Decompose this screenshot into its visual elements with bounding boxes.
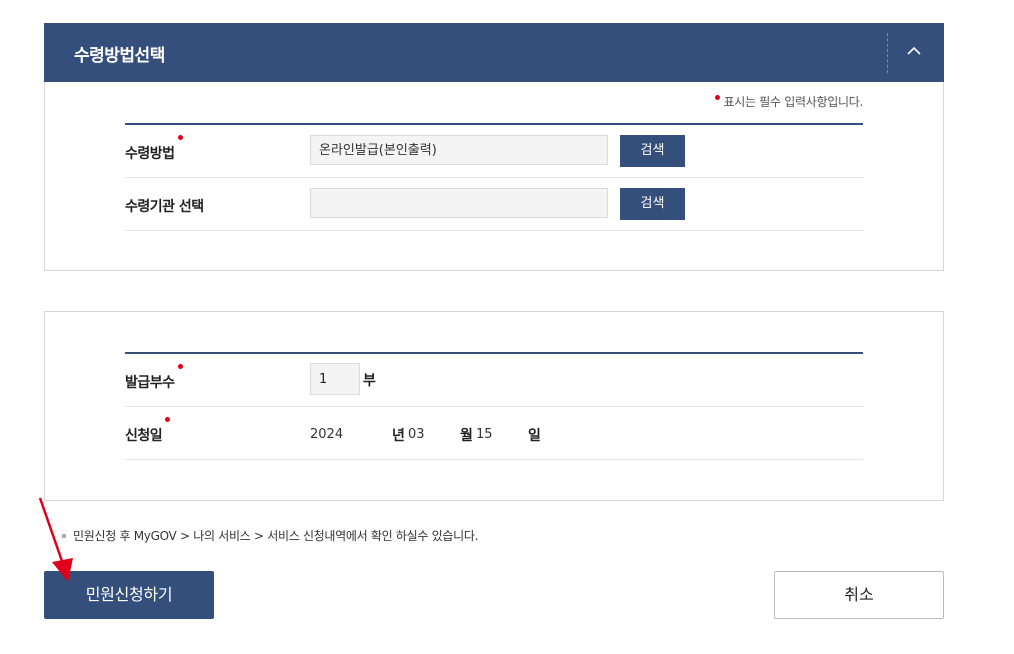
form-row-copies: 발급부수 1 부: [125, 354, 863, 407]
receipt-method-label: 수령방법: [125, 135, 183, 163]
required-note: 표시는 필수 입력사항입니다.: [714, 93, 863, 110]
receipt-method-search-button[interactable]: 검색: [620, 135, 685, 167]
receipt-panel-body: 표시는 필수 입력사항입니다. 수령방법 온라인발급(본인출력) 검색 수령기관…: [44, 82, 944, 271]
year-value: 2024: [310, 427, 344, 442]
required-dot-icon: [714, 95, 720, 100]
receipt-agency-search-button[interactable]: 검색: [620, 188, 685, 220]
panel-title: 수령방법선택: [74, 46, 165, 66]
month-value: 03: [408, 427, 425, 442]
year-unit: 년: [392, 428, 405, 444]
header-divider: [887, 33, 888, 73]
required-dot-icon: [165, 417, 171, 422]
required-dot-icon: [177, 135, 183, 140]
month-unit: 월: [460, 428, 473, 444]
annotation-arrow-icon: [38, 497, 73, 582]
day-unit: 일: [528, 428, 541, 444]
collapse-button[interactable]: [902, 37, 926, 67]
info-notice: 민원신청 후 MyGOV > 나의 서비스 > 서비스 신청내역에서 확인 하실…: [62, 527, 478, 544]
copies-input[interactable]: 1: [310, 363, 360, 395]
form-row-receipt-agency: 수령기관 선택 검색: [125, 178, 863, 231]
required-dot-icon: [177, 364, 183, 369]
form-row-date: 신청일 2024 년 03 월 15 일: [125, 407, 863, 460]
day-value: 15: [476, 427, 493, 442]
chevron-up-icon: [907, 46, 921, 55]
receipt-agency-field[interactable]: [310, 188, 608, 218]
date-label: 신청일: [125, 417, 171, 445]
receipt-panel-header: 수령방법선택: [44, 23, 944, 82]
receipt-agency-label: 수령기관 선택: [125, 199, 204, 215]
issue-form-table: 발급부수 1 부 신청일 2024 년 03 월 15 일: [125, 352, 863, 460]
form-row-receipt-method: 수령방법 온라인발급(본인출력) 검색: [125, 125, 863, 178]
copies-unit: 부: [363, 373, 376, 389]
receipt-form-table: 수령방법 온라인발급(본인출력) 검색 수령기관 선택 검색: [125, 123, 863, 231]
issue-panel: 발급부수 1 부 신청일 2024 년 03 월 15 일: [44, 311, 944, 501]
cancel-button[interactable]: 취소: [774, 571, 944, 619]
receipt-method-field[interactable]: 온라인발급(본인출력): [310, 135, 608, 165]
copies-label: 발급부수: [125, 364, 183, 392]
